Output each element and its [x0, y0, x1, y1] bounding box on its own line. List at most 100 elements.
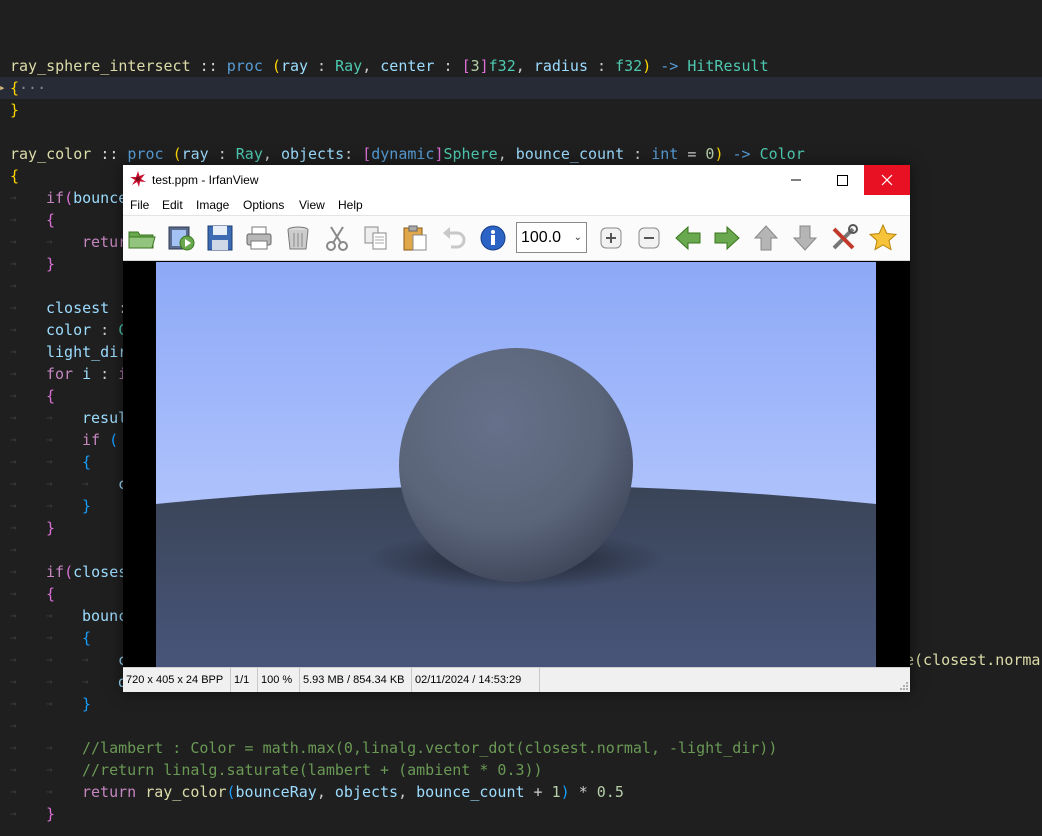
code-token: {	[10, 167, 20, 185]
code-line[interactable]: →	[0, 715, 1042, 737]
undo-button[interactable]	[437, 221, 471, 255]
code-line[interactable]	[0, 33, 1042, 55]
indent-guide: →	[10, 433, 17, 446]
code-token: )	[642, 57, 652, 75]
last-image-button[interactable]	[788, 221, 822, 255]
code-token: )	[560, 783, 570, 801]
settings-icon	[832, 224, 858, 250]
code-token: if	[46, 563, 65, 581]
paste-button[interactable]	[398, 221, 432, 255]
next-image-button[interactable]	[710, 221, 744, 255]
menu-options[interactable]: Options	[243, 195, 284, 215]
code-token: +	[524, 783, 552, 801]
irfanview-window[interactable]: test.ppm - IrfanView File Edit Image Opt…	[123, 165, 910, 692]
menu-edit[interactable]: Edit	[162, 195, 183, 215]
code-token: i	[82, 365, 92, 383]
indent-guide: →	[46, 235, 53, 248]
indent-guide: →	[10, 631, 17, 644]
image-view-area[interactable]	[123, 261, 910, 667]
code-token: //return linalg.saturate(lambert + (ambi…	[82, 761, 543, 779]
code-line[interactable]: ray_color :: proc (ray : Ray, objects: […	[0, 143, 1042, 165]
code-token: ···	[19, 79, 47, 97]
cut-button[interactable]	[320, 221, 354, 255]
code-token: ray_sphere_intersect	[10, 57, 191, 75]
indent-guide: →	[46, 631, 53, 644]
previous-image-button[interactable]	[671, 221, 705, 255]
code-line[interactable]: ▸ {···	[0, 77, 1042, 99]
favorite-button[interactable]	[866, 221, 900, 255]
title-bar[interactable]: test.ppm - IrfanView	[123, 165, 910, 195]
slideshow-button[interactable]	[164, 221, 198, 255]
zoom-out-button[interactable]	[632, 221, 666, 255]
code-line[interactable]: }	[0, 99, 1042, 121]
indent-guide: →	[10, 257, 17, 270]
code-token: {	[46, 387, 56, 405]
indent-guide: →	[10, 301, 17, 314]
code-token: objects	[280, 145, 345, 163]
zoom-out-icon	[638, 227, 660, 249]
indent-guide: →	[10, 565, 17, 578]
code-token: Ray	[335, 57, 363, 75]
code-token: ->	[723, 145, 760, 163]
menu-view[interactable]: View	[299, 195, 325, 215]
maximize-button[interactable]	[819, 165, 865, 195]
indent-guide: →	[10, 345, 17, 358]
indent-guide: →	[10, 609, 17, 622]
code-token: dynamic	[371, 145, 435, 163]
code-token: :	[308, 57, 336, 75]
indent-guide: →	[46, 675, 53, 688]
zoom-combobox[interactable]: 100.0 ⌄	[516, 222, 587, 253]
code-token: ,	[515, 57, 534, 75]
code-token: :	[91, 321, 119, 339]
paste-icon	[403, 225, 427, 251]
indent-guide: →	[46, 455, 53, 468]
first-image-button[interactable]	[749, 221, 783, 255]
code-token: :	[588, 57, 616, 75]
code-token: {	[46, 211, 56, 229]
save-icon	[207, 225, 233, 251]
code-line[interactable]: → → return ray_color(bounceRay, objects, b…	[0, 781, 1042, 803]
chevron-down-icon[interactable]: ⌄	[574, 223, 582, 252]
status-page: 1/1	[231, 668, 258, 692]
menu-help[interactable]: Help	[338, 195, 363, 215]
code-line[interactable]	[0, 121, 1042, 143]
menu-file[interactable]: File	[130, 195, 149, 215]
code-line[interactable]: → →}	[0, 693, 1042, 715]
menu-image[interactable]: Image	[196, 195, 229, 215]
code-text: }	[46, 517, 55, 539]
code-token: }	[46, 255, 56, 273]
zoom-in-button[interactable]	[594, 221, 628, 255]
open-button[interactable]	[125, 221, 159, 255]
code-token: HitResult	[687, 57, 769, 75]
code-token: ->	[651, 57, 688, 75]
print-button[interactable]	[242, 221, 276, 255]
copy-button[interactable]	[359, 221, 393, 255]
code-token: (	[109, 431, 119, 449]
previous-icon	[675, 225, 701, 251]
save-button[interactable]	[203, 221, 237, 255]
close-button[interactable]	[864, 165, 910, 195]
info-button[interactable]	[476, 221, 510, 255]
code-token: {	[82, 453, 92, 471]
indent-guide: →	[10, 521, 17, 534]
code-text: {···	[10, 77, 46, 99]
code-token: ray_color	[10, 145, 92, 163]
code-token: =	[678, 145, 706, 163]
code-token: :	[91, 365, 119, 383]
code-line[interactable]: ray_sphere_intersect :: proc (ray : Ray,…	[0, 55, 1042, 77]
properties-button[interactable]	[827, 221, 861, 255]
delete-icon	[287, 226, 309, 250]
fold-chevron-icon[interactable]: ▸	[0, 77, 6, 99]
delete-button[interactable]	[281, 221, 315, 255]
minimize-button[interactable]	[773, 165, 819, 195]
code-token: f32	[615, 57, 643, 75]
sphere	[399, 348, 633, 582]
code-line[interactable]: → → //return linalg.saturate(lambert + (am…	[0, 759, 1042, 781]
code-token: Ray	[235, 145, 263, 163]
code-line[interactable]: →}	[0, 803, 1042, 825]
resize-grip-icon[interactable]	[899, 681, 909, 691]
code-text: }	[46, 253, 55, 275]
code-line[interactable]: → → //lambert : Color = math.max(0,linalg.…	[0, 737, 1042, 759]
